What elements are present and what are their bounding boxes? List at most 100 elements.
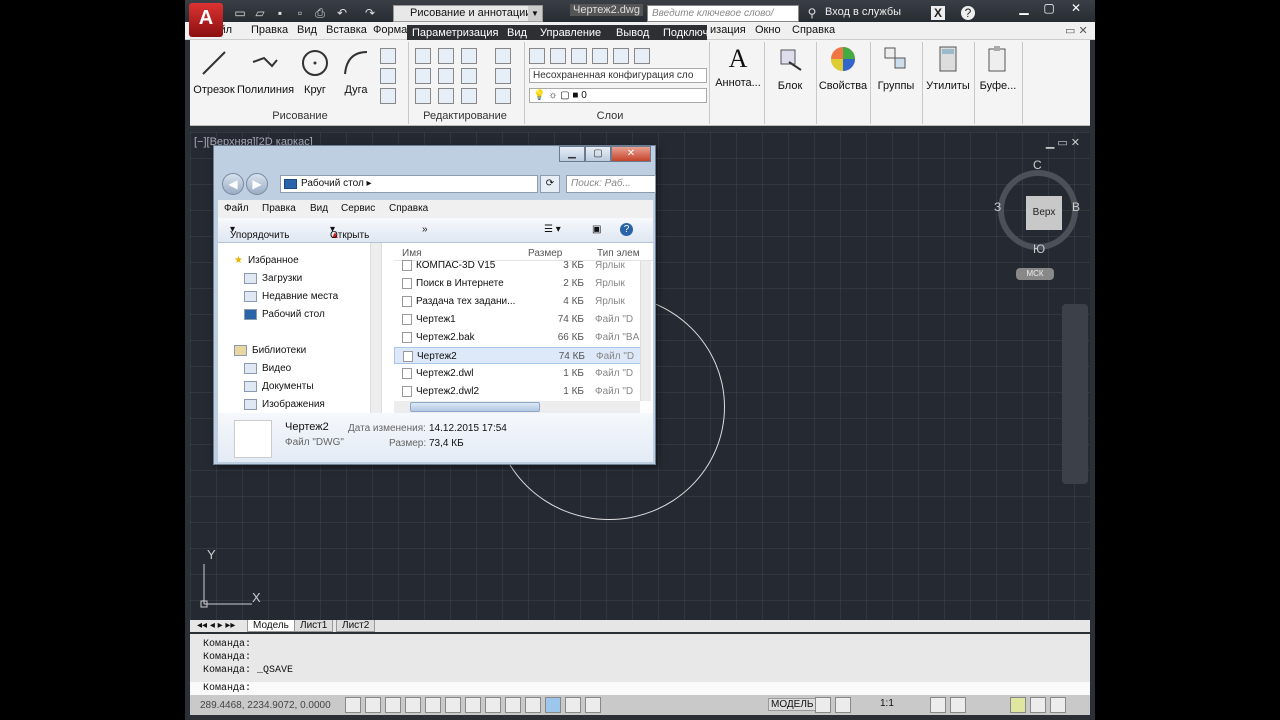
tab-model[interactable]: Модель	[247, 620, 295, 632]
exchange-icon[interactable]: X	[931, 6, 945, 20]
print-icon[interactable]: ⎙	[313, 6, 327, 20]
compass-west[interactable]: З	[994, 200, 1001, 214]
file-row[interactable]: Чертеж2 74 КБ Файл "D	[394, 347, 644, 364]
explorer-minimize-button[interactable]: ▁	[559, 146, 585, 162]
quick-properties-icon[interactable]	[585, 697, 601, 713]
polar-icon[interactable]	[425, 697, 441, 713]
panel-modify-title[interactable]: Редактирование	[415, 110, 515, 122]
undo-icon[interactable]: ↶	[335, 6, 349, 20]
menubar-window-controls[interactable]: ▭ ✕	[1065, 24, 1088, 37]
nav-video[interactable]: Видео	[244, 363, 291, 374]
compass-north[interactable]: С	[1033, 158, 1042, 172]
block-button[interactable]: Блок	[766, 44, 814, 92]
grid-icon[interactable]	[385, 697, 401, 713]
tab-manage[interactable]: Управление	[540, 27, 601, 39]
menu-insert[interactable]: Вставка	[326, 24, 367, 36]
compass-east[interactable]: В	[1072, 200, 1080, 214]
tab-layout1[interactable]: Лист1	[294, 620, 334, 632]
snap-icon[interactable]	[365, 697, 381, 713]
refresh-button[interactable]: ⟳	[540, 175, 560, 193]
back-button[interactable]: ◀	[222, 173, 244, 195]
trim-icon[interactable]	[461, 48, 477, 64]
lineweight-icon[interactable]	[545, 697, 561, 713]
ducs-icon[interactable]	[505, 697, 521, 713]
maximize-button[interactable]: ▢	[1035, 0, 1063, 18]
menu-format[interactable]: Форма	[373, 24, 407, 36]
offset-icon[interactable]	[495, 88, 511, 104]
tab-parametrize[interactable]: Параметризация	[412, 27, 498, 39]
address-bar[interactable]: Рабочий стол ▸	[280, 175, 538, 193]
new-icon[interactable]: ▭	[233, 6, 247, 20]
copy-icon[interactable]	[415, 68, 431, 84]
open-icon[interactable]: ▱	[253, 6, 267, 20]
viewcube-top-face[interactable]: Верх	[1026, 196, 1062, 230]
osnap-icon[interactable]	[445, 697, 461, 713]
model-space-toggle[interactable]: МОДЕЛЬ	[768, 698, 817, 711]
arc-button[interactable]: Дуга	[338, 48, 374, 96]
help-search-input[interactable]: Введите ключевое слово/фразу	[647, 5, 799, 34]
layer-state-icon[interactable]	[550, 48, 566, 64]
line-button[interactable]: Отрезок	[192, 48, 236, 96]
nav-desktop[interactable]: Рабочий стол	[244, 309, 325, 320]
viewport-window-controls[interactable]: ▁ ▭ ✕	[1046, 136, 1080, 149]
polyline-button[interactable]: Полилиния	[237, 48, 294, 96]
clean-screen-icon[interactable]	[1050, 697, 1066, 713]
nav-images[interactable]: Изображения	[244, 399, 325, 410]
rotate-icon[interactable]	[438, 48, 454, 64]
workspace-dropdown[interactable]: Рисование и аннотации ▼	[393, 5, 543, 22]
quick-view-layouts-icon[interactable]	[815, 697, 831, 713]
explorer-menu-help[interactable]: Справка	[389, 203, 428, 214]
help-icon[interactable]: ?	[620, 223, 633, 236]
menu-help[interactable]: Справка	[792, 24, 835, 36]
view-options-icon[interactable]: ☰ ▾	[544, 224, 561, 235]
explorer-menu-tools[interactable]: Сервис	[341, 203, 375, 214]
quick-view-drawings-icon[interactable]	[835, 697, 851, 713]
clipboard-button[interactable]: Буфе...	[976, 44, 1020, 92]
close-button[interactable]: ✕	[1062, 0, 1090, 18]
3dosnap-icon[interactable]	[465, 697, 481, 713]
navigation-bar[interactable]	[1062, 304, 1088, 484]
file-row[interactable]: Чертеж2.bak 66 КБ Файл "BA	[394, 329, 644, 346]
file-row[interactable]: Чертеж2.dwl 1 КБ Файл "D	[394, 365, 644, 382]
otrack-icon[interactable]	[485, 697, 501, 713]
explorer-search-input[interactable]: Поиск: Раб...	[566, 175, 656, 193]
layer-lock-icon[interactable]	[634, 48, 650, 64]
workspace-switch-icon[interactable]	[930, 697, 946, 713]
panel-draw-title[interactable]: Рисование	[250, 110, 350, 122]
tab-nav-arrows[interactable]: ◂◂ ◂ ▸ ▸▸	[192, 620, 240, 631]
binoculars-icon[interactable]: ⚲	[805, 6, 819, 20]
groups-button[interactable]: Группы	[872, 44, 920, 92]
scrollbar-thumb[interactable]	[410, 402, 540, 412]
layer-isolate-icon[interactable]	[592, 48, 608, 64]
coordinate-readout[interactable]: 289.4468, 2234.9072, 0.0000	[200, 700, 331, 711]
annotation-scale[interactable]: 1:1	[880, 698, 894, 709]
menu-view[interactable]: Вид	[297, 24, 317, 36]
compass-south[interactable]: Ю	[1033, 242, 1045, 256]
menu-parametrize[interactable]: изация	[710, 24, 746, 36]
infer-constraints-icon[interactable]	[345, 697, 361, 713]
stretch-icon[interactable]	[415, 88, 431, 104]
scale-icon[interactable]	[438, 88, 454, 104]
file-row[interactable]: Поиск в Интернете 2 КБ Ярлык	[394, 275, 644, 292]
annotation-button[interactable]: A Аннота...	[713, 44, 763, 89]
hardware-acceleration-icon[interactable]	[1010, 697, 1026, 713]
tab-connect[interactable]: Подключ	[663, 27, 708, 39]
explorer-menu-view[interactable]: Вид	[310, 203, 328, 214]
menu-edit[interactable]: Правка	[251, 24, 288, 36]
horizontal-scrollbar[interactable]	[394, 401, 640, 413]
application-menu-button[interactable]: A	[189, 3, 223, 37]
array-icon[interactable]	[461, 88, 477, 104]
move-icon[interactable]	[415, 48, 431, 64]
dyn-icon[interactable]	[525, 697, 541, 713]
nav-scrollbar[interactable]	[370, 243, 381, 413]
layer-freeze-icon[interactable]	[613, 48, 629, 64]
erase-icon[interactable]	[495, 48, 511, 64]
command-input[interactable]: Команда:	[190, 682, 1090, 695]
circle-button[interactable]: Круг	[295, 48, 335, 96]
isolate-objects-icon[interactable]	[1030, 697, 1046, 713]
tab-output[interactable]: Вывод	[616, 27, 649, 39]
forward-button[interactable]: ▶	[246, 173, 268, 195]
signin-button[interactable]: Вход в службы	[825, 6, 901, 18]
help-icon[interactable]: ?	[961, 6, 975, 20]
utilities-button[interactable]: Утилиты	[924, 44, 972, 92]
